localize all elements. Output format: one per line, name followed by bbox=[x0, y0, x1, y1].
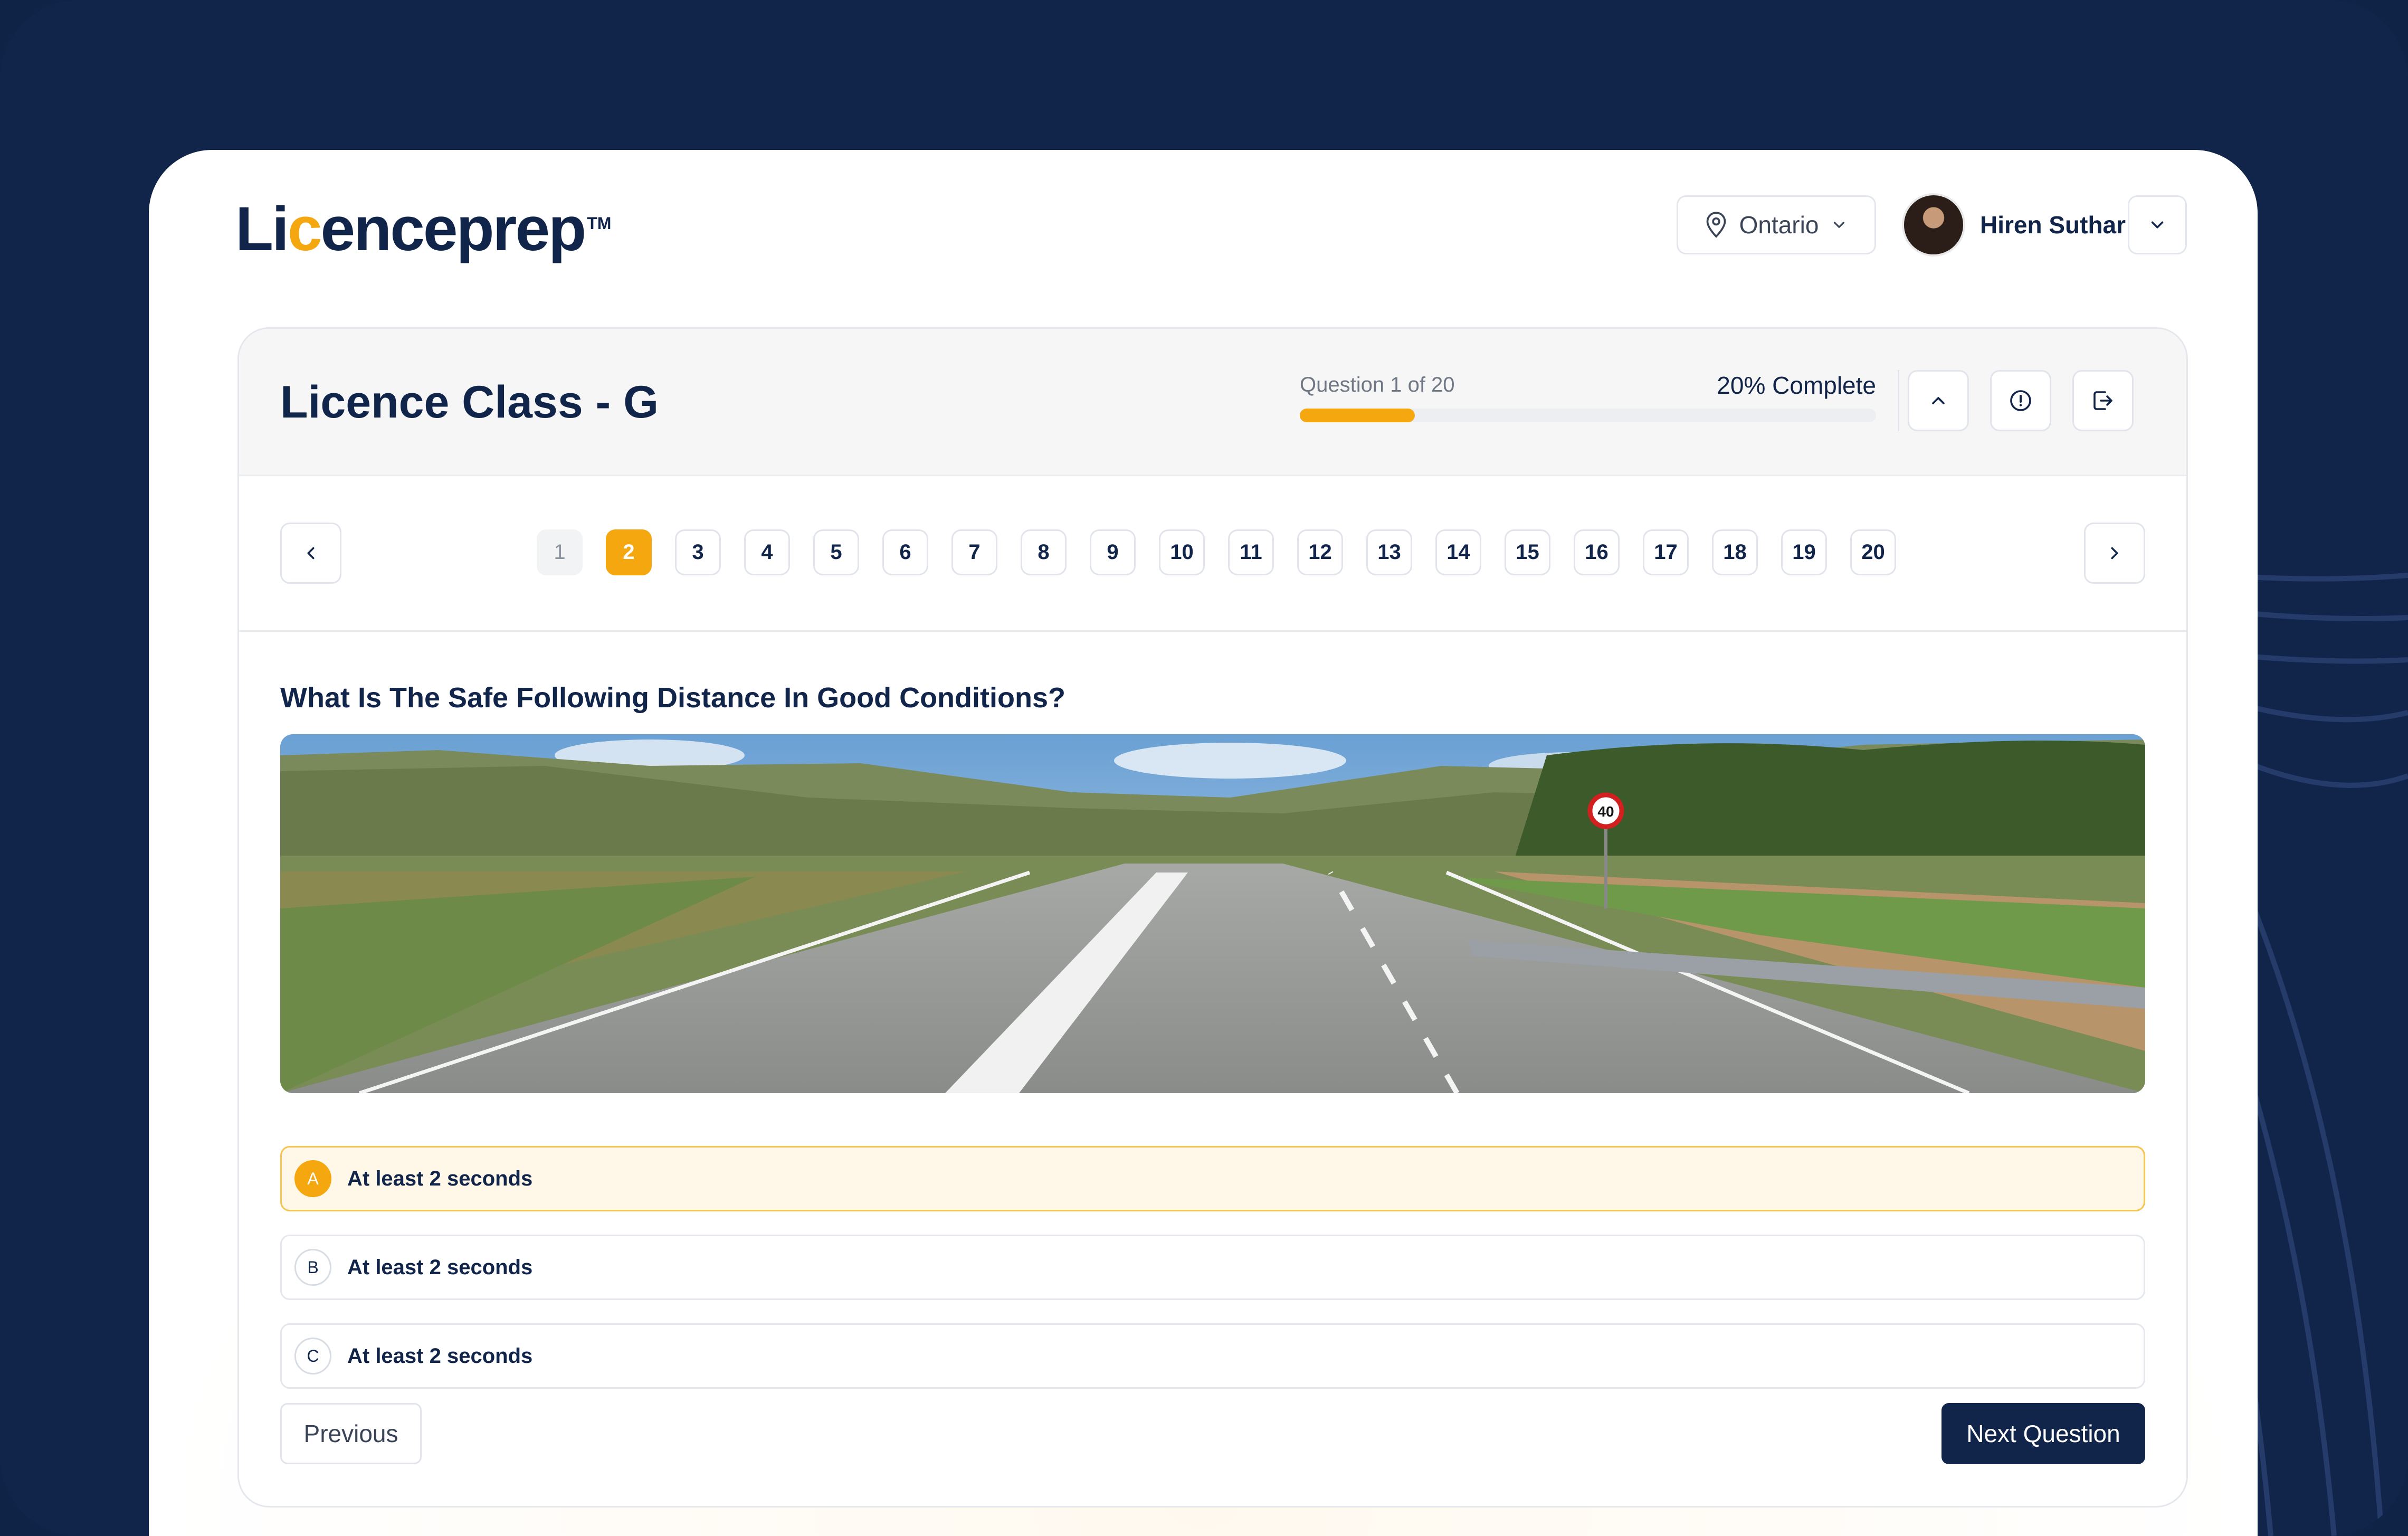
app-window: Licenceprep TM Ontario Hiren Suthar Licen… bbox=[149, 150, 2258, 1536]
quiz-header: Licence Class - G Question 1 of 20 20% C… bbox=[239, 329, 2186, 476]
page-button-9[interactable]: 9 bbox=[1090, 529, 1136, 575]
page-button-13[interactable]: 13 bbox=[1366, 529, 1412, 575]
app-background: Licenceprep TM Ontario Hiren Suthar Licen… bbox=[0, 0, 2408, 1536]
page-button-7[interactable]: 7 bbox=[951, 529, 997, 575]
page-button-6[interactable]: 6 bbox=[882, 529, 928, 575]
answer-option-b[interactable]: B At least 2 seconds bbox=[280, 1235, 2145, 1300]
page-button-17[interactable]: 17 bbox=[1643, 529, 1689, 575]
question-pager: 1 2 3 4 5 6 7 8 9 10 11 12 13 14 15 16 17 18 19 20 bbox=[239, 476, 2186, 632]
option-text: At least 2 seconds bbox=[347, 1255, 533, 1279]
page-button-1[interactable]: 1 bbox=[537, 529, 583, 575]
province-label: Ontario bbox=[1739, 211, 1819, 239]
quiz-card: Licence Class - G Question 1 of 20 20% C… bbox=[237, 327, 2188, 1507]
answer-option-c[interactable]: C At least 2 seconds bbox=[280, 1323, 2145, 1389]
divider bbox=[1898, 370, 1899, 431]
chevron-right-icon bbox=[2111, 547, 2118, 560]
page-button-11[interactable]: 11 bbox=[1228, 529, 1274, 575]
chevron-up-icon bbox=[1932, 397, 1945, 404]
info-icon bbox=[2010, 390, 2031, 411]
chevron-down-icon bbox=[2151, 221, 2164, 229]
next-question-button[interactable]: Next Question bbox=[1941, 1403, 2145, 1464]
page-title: Licence Class - G bbox=[280, 377, 659, 428]
page-button-8[interactable]: 8 bbox=[1021, 529, 1067, 575]
option-letter: C bbox=[294, 1338, 331, 1374]
avatar bbox=[1902, 193, 1965, 257]
page-button-18[interactable]: 18 bbox=[1712, 529, 1758, 575]
progress-bar-fill bbox=[1300, 409, 1415, 422]
question-image: 40 bbox=[280, 734, 2145, 1093]
exit-button[interactable] bbox=[2072, 370, 2134, 431]
chevron-down-icon bbox=[1834, 222, 1845, 228]
pager-next-button[interactable] bbox=[2084, 523, 2145, 584]
logo-text: Li bbox=[235, 194, 289, 264]
user-name: Hiren Suthar bbox=[1980, 211, 2126, 239]
user-profile[interactable]: Hiren Suthar bbox=[1902, 192, 2126, 258]
page-button-19[interactable]: 19 bbox=[1781, 529, 1827, 575]
logo-accent-letter: c bbox=[287, 194, 322, 264]
option-text: At least 2 seconds bbox=[347, 1344, 533, 1368]
info-button[interactable] bbox=[1990, 370, 2051, 431]
user-menu-button[interactable] bbox=[2128, 195, 2187, 254]
progress-section: Question 1 of 20 20% Complete bbox=[1300, 372, 1876, 422]
province-selector[interactable]: Ontario bbox=[1677, 195, 1876, 254]
page-button-15[interactable]: 15 bbox=[1505, 529, 1550, 575]
location-pin-icon bbox=[1706, 212, 1726, 238]
pager-prev-button[interactable] bbox=[280, 523, 341, 584]
trademark: TM bbox=[587, 213, 612, 233]
chevron-left-icon bbox=[307, 547, 315, 560]
exit-icon bbox=[2093, 391, 2112, 410]
option-text: At least 2 seconds bbox=[347, 1167, 533, 1190]
page-button-4[interactable]: 4 bbox=[744, 529, 790, 575]
logo-text-rest: enceprep bbox=[320, 194, 587, 264]
page-button-2[interactable]: 2 bbox=[606, 529, 652, 575]
page-button-3[interactable]: 3 bbox=[675, 529, 721, 575]
option-letter: B bbox=[294, 1249, 331, 1286]
page-button-12[interactable]: 12 bbox=[1297, 529, 1343, 575]
page-button-10[interactable]: 10 bbox=[1159, 529, 1205, 575]
page-button-5[interactable]: 5 bbox=[813, 529, 859, 575]
page-button-16[interactable]: 16 bbox=[1574, 529, 1620, 575]
answer-option-a[interactable]: A At least 2 seconds bbox=[280, 1146, 2145, 1211]
progress-percent: 20% Complete bbox=[1717, 372, 1876, 399]
speed-sign-text: 40 bbox=[1597, 803, 1614, 820]
option-letter: A bbox=[294, 1160, 331, 1197]
page-numbers: 1 2 3 4 5 6 7 8 9 10 11 12 13 14 15 16 17 18 19 20 bbox=[537, 529, 1896, 575]
licenceprep-logo[interactable]: Licenceprep TM bbox=[235, 193, 611, 265]
page-button-14[interactable]: 14 bbox=[1435, 529, 1481, 575]
collapse-button[interactable] bbox=[1908, 370, 1969, 431]
page-button-20[interactable]: 20 bbox=[1850, 529, 1896, 575]
progress-bar bbox=[1300, 409, 1876, 422]
question-text: What Is The Safe Following Distance In G… bbox=[280, 682, 1066, 714]
previous-button[interactable]: Previous bbox=[280, 1403, 422, 1464]
